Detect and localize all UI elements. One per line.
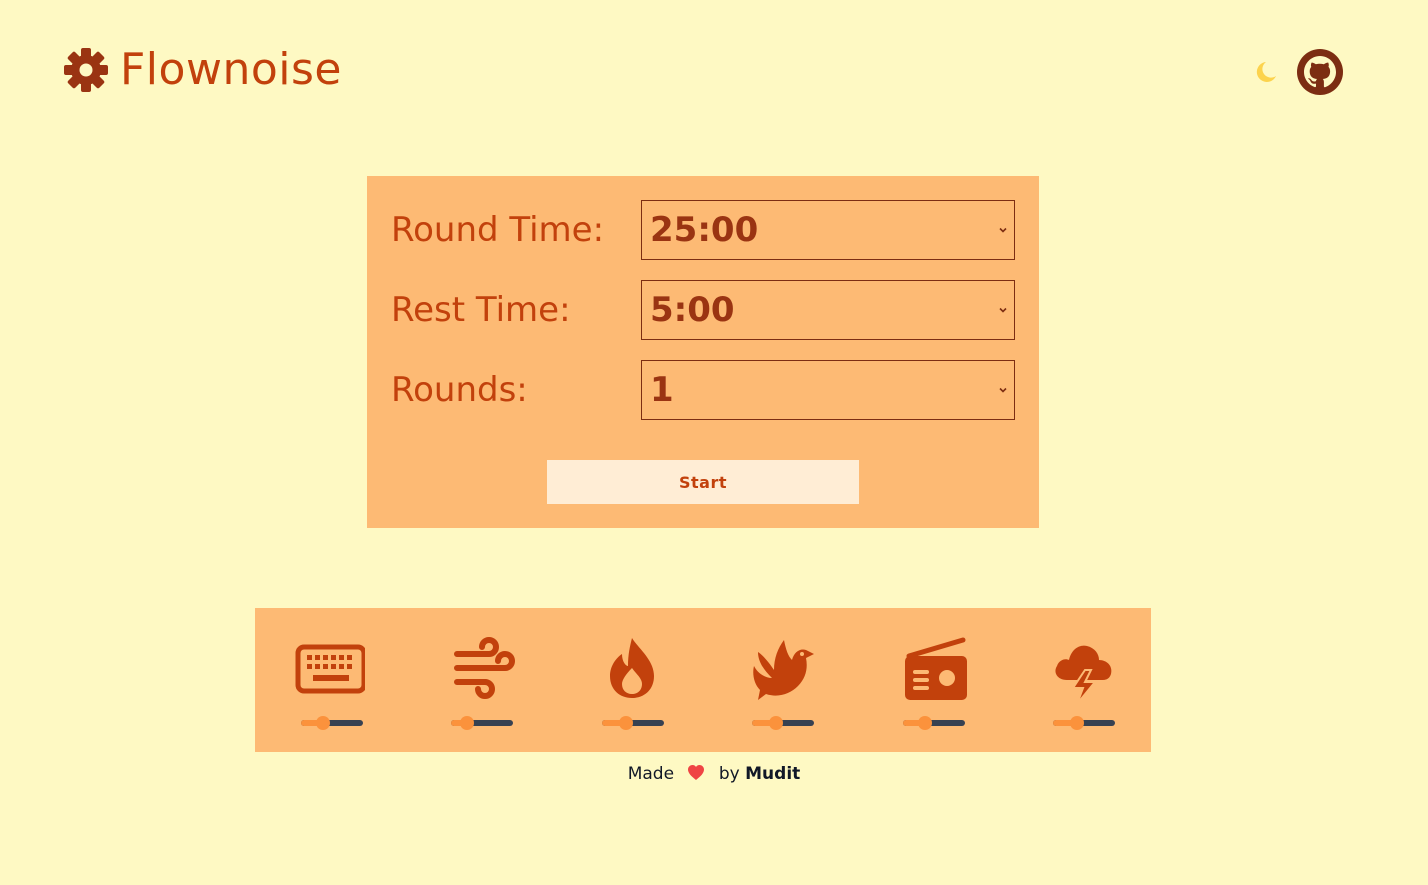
- sound-mixer-panel: [255, 608, 1151, 752]
- header-actions: [1252, 48, 1344, 96]
- slider-thumb[interactable]: [619, 716, 633, 730]
- slider-thumb[interactable]: [918, 716, 932, 730]
- chevron-down-icon: [999, 307, 1007, 313]
- sound-radio: [887, 634, 967, 734]
- slider-thumb[interactable]: [1070, 716, 1084, 730]
- keyboard-icon[interactable]: [293, 634, 365, 706]
- app-header: Flownoise: [62, 44, 342, 95]
- app-title: Flownoise: [120, 44, 342, 95]
- chevron-down-icon: [999, 227, 1007, 233]
- rounds-select[interactable]: 1: [641, 360, 1015, 420]
- rounds-row: Rounds: 1: [391, 360, 1015, 420]
- heart-icon: [688, 765, 705, 780]
- sound-storm: [1037, 634, 1117, 734]
- author-link[interactable]: Mudit: [745, 764, 800, 784]
- rest-time-row: Rest Time: 5:00: [391, 280, 1015, 340]
- bird-icon[interactable]: [744, 634, 816, 706]
- rest-time-value: 5:00: [650, 290, 735, 330]
- fire-volume-slider[interactable]: [602, 714, 664, 732]
- rounds-value: 1: [650, 370, 674, 410]
- round-time-select[interactable]: 25:00: [641, 200, 1015, 260]
- footer: Made by Mudit: [0, 764, 1428, 784]
- wind-volume-slider[interactable]: [451, 714, 513, 732]
- sound-fire: [586, 634, 666, 734]
- github-icon[interactable]: [1296, 48, 1344, 96]
- round-time-row: Round Time: 25:00: [391, 200, 1015, 260]
- start-button[interactable]: Start: [547, 460, 859, 504]
- radio-volume-slider[interactable]: [903, 714, 965, 732]
- keyboard-volume-slider[interactable]: [301, 714, 363, 732]
- chevron-down-icon: [999, 387, 1007, 393]
- storm-cloud-icon[interactable]: [1045, 634, 1117, 706]
- moon-icon[interactable]: [1252, 59, 1278, 85]
- slider-thumb[interactable]: [316, 716, 330, 730]
- footer-by-text: by: [718, 764, 740, 784]
- sound-birds: [736, 634, 816, 734]
- timer-settings-panel: Round Time: 25:00 Rest Time: 5:00 Rounds…: [367, 176, 1039, 528]
- birds-volume-slider[interactable]: [752, 714, 814, 732]
- footer-made-text: Made: [627, 764, 675, 784]
- storm-volume-slider[interactable]: [1053, 714, 1115, 732]
- round-time-value: 25:00: [650, 210, 759, 250]
- radio-icon[interactable]: [895, 634, 967, 706]
- fire-icon[interactable]: [594, 634, 666, 706]
- sound-keyboard: [285, 634, 365, 734]
- rest-time-label: Rest Time:: [391, 290, 571, 330]
- slider-thumb[interactable]: [460, 716, 474, 730]
- sound-wind: [435, 634, 515, 734]
- rest-time-select[interactable]: 5:00: [641, 280, 1015, 340]
- rounds-label: Rounds:: [391, 370, 528, 410]
- wind-icon[interactable]: [443, 634, 515, 706]
- slider-thumb[interactable]: [769, 716, 783, 730]
- round-time-label: Round Time:: [391, 210, 605, 250]
- gear-icon: [64, 47, 108, 92]
